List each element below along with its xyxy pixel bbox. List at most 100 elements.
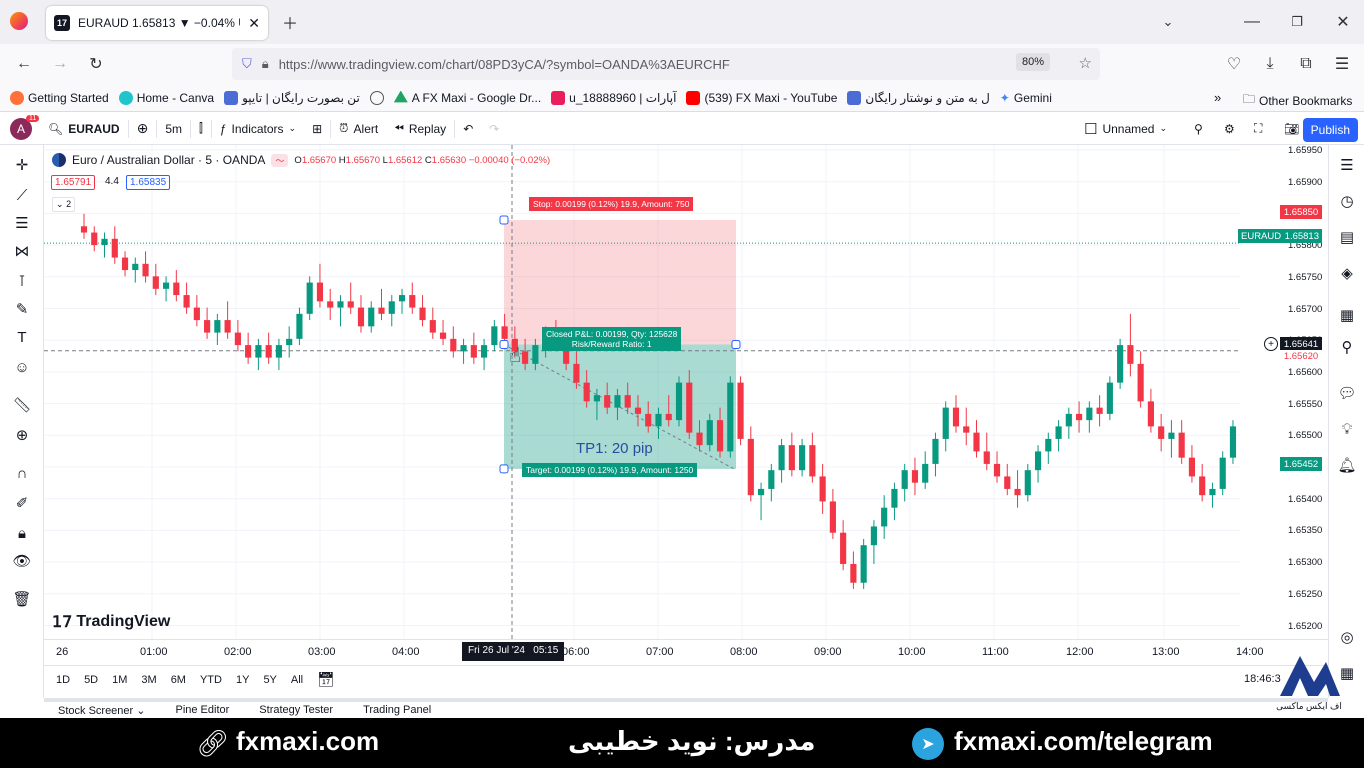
pattern-icon[interactable]: ⋈ <box>10 239 34 263</box>
fib-icon[interactable]: ☰ <box>10 211 34 235</box>
alert-button[interactable]: ⏰︎ Alert <box>331 113 386 144</box>
buy-price-button[interactable]: 1.65835 <box>126 175 171 190</box>
firefox-icon[interactable] <box>10 12 28 30</box>
market-status-icon: 〜 <box>271 153 289 167</box>
tab-stock-screener[interactable]: Stock Screener ⌄ <box>58 704 145 717</box>
range-all[interactable]: All <box>291 674 303 686</box>
time-axis[interactable]: 26 01:00 02:00 03:00 04:00 06:00 07:00 08:00 09:… <box>44 639 1328 663</box>
close-tab-icon[interactable]: ✕ <box>248 15 260 32</box>
tab-list-chevron-icon[interactable]: ⌄ <box>1156 10 1180 34</box>
candle-body <box>983 451 990 464</box>
layouts-button[interactable]: ⊞ <box>304 113 330 144</box>
forward-icon[interactable]: → <box>48 52 72 76</box>
bell-icon[interactable]: 🔔︎ <box>1335 453 1359 477</box>
other-bookmarks[interactable]: 🗀 Other Bookmarks <box>1243 90 1352 111</box>
bookmark-item[interactable]: ل به متن و نوشتار رایگان <box>847 90 990 105</box>
tab-strategy-tester[interactable]: Strategy Tester <box>259 704 333 716</box>
pocket-icon[interactable]: ♡ <box>1222 52 1246 76</box>
replay-button[interactable]: ⏪︎ Replay <box>386 113 454 144</box>
address-bar[interactable]: ⛉ 🔒︎ https://www.tradingview.com/chart/0… <box>232 48 1100 80</box>
back-icon[interactable]: ← <box>12 52 36 76</box>
candle-body <box>378 307 385 314</box>
lock-drawing-icon[interactable]: ✐ <box>10 491 34 515</box>
minimize-icon[interactable]: — <box>1240 10 1264 34</box>
add-alert-icon[interactable]: + <box>1264 337 1278 351</box>
trash-icon[interactable]: 🗑︎ <box>10 587 34 611</box>
settings-button[interactable]: ⚙ <box>1216 113 1243 144</box>
bookmark-item[interactable]: ✦ Gemini <box>1000 91 1052 105</box>
calendar-icon[interactable]: ▦ <box>1335 303 1359 327</box>
data-window-icon[interactable]: ▤ <box>1335 225 1359 249</box>
undo-button[interactable]: ↶ <box>455 113 481 144</box>
new-tab-icon[interactable]: ＋ <box>278 10 302 34</box>
range-3m[interactable]: 3M <box>141 674 156 686</box>
chat-icon[interactable]: 💬︎ <box>1335 381 1359 405</box>
redo-button[interactable]: ↷ <box>481 113 507 144</box>
range-5d[interactable]: 5D <box>84 674 98 686</box>
ideas-icon[interactable]: ⚲ <box>1335 335 1359 359</box>
menu-icon[interactable]: ☰ <box>1330 52 1354 76</box>
watchlist-icon[interactable]: ☰ <box>1335 153 1359 177</box>
range-1y[interactable]: 1Y <box>236 674 249 686</box>
compare-button[interactable]: ⊕ <box>129 113 157 144</box>
tab-trading-panel[interactable]: Trading Panel <box>363 704 431 716</box>
price-chart[interactable] <box>44 145 1240 639</box>
range-1m[interactable]: 1M <box>112 674 127 686</box>
ohlc-values: O1.65670 H1.65670 L1.65612 C1.65630 −0.0… <box>294 154 551 166</box>
chart-pane[interactable]: Euro / Australian Dollar · 5 · OANDA 〜 O… <box>44 145 1284 639</box>
restore-icon[interactable]: ❐ <box>1285 10 1309 34</box>
bookmark-item[interactable]: (539) FX Maxi - YouTube <box>686 90 837 105</box>
forecast-icon[interactable]: ⊺ <box>10 269 34 293</box>
collapse-indicators-button[interactable]: ⌄ 2 <box>52 197 76 212</box>
lock-icon: 🔒︎ <box>261 56 269 71</box>
candle-body <box>450 338 457 352</box>
target-icon[interactable]: ◎ <box>1335 625 1359 649</box>
quick-search-button[interactable]: ⚲ <box>1186 113 1211 144</box>
lock-icon[interactable]: 🔒︎ <box>10 521 34 545</box>
symbol-search-button[interactable]: 🔍︎ EURAUD <box>40 113 128 144</box>
range-5y[interactable]: 5Y <box>263 674 276 686</box>
interval-button[interactable]: 5m <box>157 113 190 144</box>
bookmark-item[interactable]: u_18888960 | آپارات <box>551 90 676 105</box>
extensions-icon[interactable]: ⧉ <box>1294 52 1318 76</box>
indicators-button[interactable]: ƒ Indicators ⌄ <box>212 113 304 144</box>
text-icon[interactable]: T <box>10 325 34 349</box>
bookmark-item[interactable]: تن بصورت رایگان | تایپو <box>224 90 360 105</box>
ruler-icon[interactable]: 📏︎ <box>10 393 34 417</box>
bookmark-item[interactable]: Home - Canva <box>118 90 214 105</box>
price-axis[interactable]: 1.659501.659001.658501.658001.657501.657… <box>1238 145 1328 639</box>
magnet-icon[interactable]: ∩ <box>10 461 34 485</box>
layout-name-button[interactable]: ☐ Unnamed ⌄ <box>1076 113 1175 144</box>
trend-line-icon[interactable]: ⟋ <box>10 183 34 207</box>
candle-body <box>932 438 939 464</box>
download-icon[interactable]: ⤓ <box>1258 52 1282 76</box>
range-ytd[interactable]: YTD <box>200 674 222 686</box>
eye-icon[interactable]: 👁︎ <box>10 549 34 573</box>
alerts-clock-icon[interactable]: ◷ <box>1335 189 1359 213</box>
more-bookmarks-icon[interactable]: » <box>1214 90 1221 105</box>
fullscreen-button[interactable]: ⛶ <box>1246 113 1270 144</box>
tab-pine-editor[interactable]: Pine Editor <box>175 704 229 716</box>
zoom-level[interactable]: 80% <box>1015 53 1050 71</box>
goto-date-icon[interactable]: 📅︎ <box>317 671 335 688</box>
sell-price-button[interactable]: 1.65791 <box>51 175 96 190</box>
publish-button[interactable]: Publish <box>1302 118 1358 142</box>
zoom-in-icon[interactable]: ⊕ <box>10 423 34 447</box>
bookmark-item[interactable] <box>369 90 384 105</box>
range-6m[interactable]: 6M <box>171 674 186 686</box>
reload-icon[interactable]: ↻ <box>84 52 108 76</box>
close-window-icon[interactable]: ✕ <box>1331 10 1355 34</box>
emoji-icon[interactable]: ☺ <box>10 355 34 379</box>
brush-icon[interactable]: ✎ <box>10 297 34 321</box>
bookmark-item[interactable]: Getting Started <box>10 90 109 105</box>
chart-type-button[interactable]: ⫿ <box>191 113 211 144</box>
range-1d[interactable]: 1D <box>56 674 70 686</box>
layers-icon[interactable]: ◈ <box>1335 261 1359 285</box>
lightbulb-icon[interactable]: 💡︎ <box>1335 417 1359 441</box>
bookmark-star-icon[interactable]: ☆ <box>1079 54 1092 72</box>
candle-body <box>357 307 365 327</box>
crosshair-icon[interactable]: ✛ <box>10 153 34 177</box>
browser-tab[interactable]: 17 EURAUD 1.65813 ▼ −0.04% Un ✕ <box>46 6 268 40</box>
bookmark-item[interactable]: A FX Maxi - Google Dr... <box>393 90 541 105</box>
avatar[interactable]: A 11 <box>0 113 40 144</box>
